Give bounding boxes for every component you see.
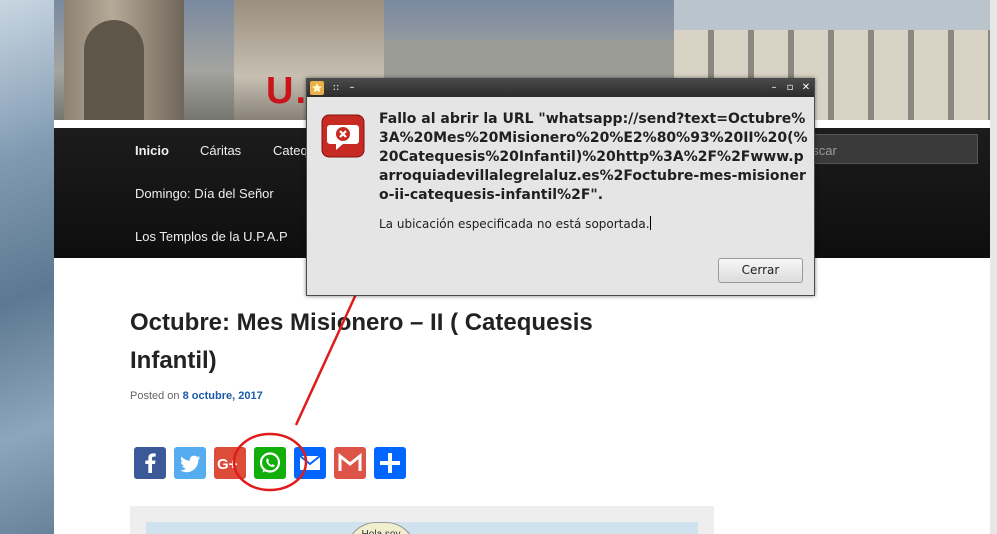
share-add-icon — [380, 453, 400, 473]
twitter-icon — [180, 455, 201, 473]
email-share-button[interactable] — [294, 447, 326, 479]
nav-item-caritas[interactable]: Cáritas — [200, 143, 241, 158]
nav-item-templos[interactable]: Los Templos de la U.P.A.P — [135, 229, 288, 244]
post-meta: Posted on 8 octubre, 2017 — [130, 390, 263, 402]
dialog-titlebar[interactable]: :: – – ▫ ✕ — [307, 79, 814, 97]
whatsapp-icon — [259, 452, 281, 473]
twitter-share-button[interactable] — [174, 447, 206, 479]
google-plus-share-button[interactable]: G+ — [214, 447, 246, 479]
maximize-button[interactable]: ▫ — [783, 80, 797, 96]
post-image: Hola soy — [146, 522, 698, 534]
nav-item-domingo[interactable]: Domingo: Día del Señor — [135, 186, 274, 201]
error-message: La ubicación especificada no está soport… — [379, 216, 651, 231]
shade-button[interactable]: – — [345, 80, 359, 96]
app-icon — [310, 81, 324, 95]
close-window-button[interactable]: ✕ — [799, 80, 813, 96]
svg-text:G+: G+ — [217, 456, 238, 473]
error-icon — [321, 114, 365, 158]
post-title: Octubre: Mes Misionero – II ( Catequesis… — [130, 309, 593, 374]
post-content: Hola soy — [130, 506, 714, 534]
post-date-link[interactable]: 8 octubre, 2017 — [183, 390, 263, 402]
window-menu-button[interactable]: :: — [329, 80, 343, 96]
whatsapp-share-button[interactable] — [254, 447, 286, 479]
error-title: Fallo al abrir la URL "whatsapp://send?t… — [379, 111, 808, 203]
nav-item-catequesis[interactable]: Cateq — [273, 143, 308, 158]
desktop-background — [0, 0, 54, 534]
image-speech-bubble: Hola soy — [346, 522, 416, 534]
posted-on-label: Posted on — [130, 390, 180, 402]
gmail-icon — [338, 452, 362, 471]
minimize-button[interactable]: – — [767, 80, 781, 96]
facebook-icon — [145, 453, 156, 473]
facebook-share-button[interactable] — [134, 447, 166, 479]
google-plus-icon: G+ — [217, 456, 238, 473]
desktop-background-right — [990, 0, 997, 534]
close-button[interactable]: Cerrar — [718, 258, 803, 283]
email-icon — [299, 455, 321, 470]
error-dialog: :: – – ▫ ✕ Fallo al abrir la URL "whatsa… — [306, 78, 815, 296]
nav-item-inicio[interactable]: Inicio — [135, 143, 169, 158]
search-input[interactable]: uscar — [794, 134, 978, 164]
more-share-button[interactable] — [374, 447, 406, 479]
gmail-share-button[interactable] — [334, 447, 366, 479]
